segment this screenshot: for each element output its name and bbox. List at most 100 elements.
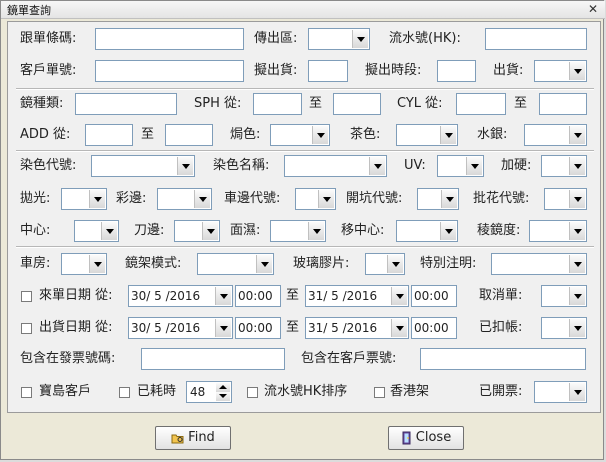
deducted-select[interactable] — [541, 317, 587, 339]
ship-date-checkbox[interactable] — [21, 323, 32, 334]
shipped-label: 出貨: — [493, 63, 524, 78]
serial-hk-input[interactable] — [485, 28, 587, 50]
cyl-to-input[interactable] — [539, 93, 587, 115]
uv-label: UV: — [404, 158, 426, 173]
face-wet-label: 面濕: — [230, 223, 261, 238]
incoming-date-to[interactable]: 31/ 5 /2016 — [305, 285, 409, 307]
dye-code-label: 染色代號: — [20, 158, 77, 173]
hard-label: 加硬: — [501, 158, 532, 173]
move-center-select[interactable] — [396, 220, 458, 242]
chevron-down-icon — [440, 222, 456, 240]
batch-code-select[interactable] — [544, 188, 587, 210]
invoice-no-label: 包含在發票號碼: — [20, 351, 116, 366]
tea-color-select[interactable] — [396, 124, 458, 146]
room-select[interactable] — [61, 253, 107, 275]
special-note-select[interactable] — [491, 253, 587, 275]
face-wet-select[interactable] — [270, 220, 326, 242]
taiwan-customer-checkbox[interactable] — [21, 387, 32, 398]
deducted-label: 已扣帳: — [479, 320, 523, 335]
add-from-input[interactable] — [85, 124, 133, 146]
chevron-down-icon — [569, 255, 585, 273]
invoiced-label: 已開票: — [479, 384, 523, 399]
draft-time-input[interactable] — [437, 60, 476, 82]
chevron-down-icon — [387, 255, 403, 273]
knife-edge-select[interactable] — [174, 220, 220, 242]
chevron-down-icon — [391, 287, 407, 305]
prism-select[interactable] — [529, 220, 587, 242]
time-used-spinner[interactable]: 48 — [186, 381, 232, 403]
chevron-down-icon — [202, 222, 218, 240]
time-used-checkbox[interactable] — [119, 387, 130, 398]
issue-area-label: 傳出區: — [254, 31, 298, 46]
ship-date-from[interactable]: 30/ 5 /2016 — [128, 317, 233, 339]
customer-order-label: 客戶單號: — [20, 63, 77, 78]
incoming-time-to[interactable]: 00:00 — [411, 285, 457, 307]
issue-area-select[interactable] — [308, 28, 370, 50]
customer-ticket-label: 包含在客戶票號: — [301, 351, 397, 366]
hard-select[interactable] — [541, 155, 587, 177]
spin-down-icon[interactable] — [216, 392, 230, 401]
chevron-down-icon — [215, 287, 231, 305]
close-icon[interactable]: ✕ — [585, 2, 601, 17]
sph-to-input[interactable] — [333, 93, 381, 115]
spin-up-icon[interactable] — [216, 383, 230, 392]
mercury-select[interactable] — [524, 124, 587, 146]
glass-film-select[interactable] — [365, 253, 405, 275]
invoiced-select[interactable] — [534, 381, 587, 403]
add-to-input[interactable] — [165, 124, 213, 146]
draft-ship-input[interactable] — [308, 60, 348, 82]
door-exit-icon — [402, 431, 411, 444]
cyl-from-label: CYL 從: — [397, 96, 443, 111]
frame-mode-select[interactable] — [197, 253, 274, 275]
divider — [16, 88, 594, 90]
chevron-down-icon — [569, 222, 585, 240]
customer-order-input[interactable] — [95, 60, 244, 82]
sph-to-label: 至 — [309, 96, 323, 111]
draft-ship-label: 擬出貨: — [254, 63, 298, 78]
cancel-order-select[interactable] — [541, 285, 587, 307]
ship-date-to[interactable]: 31/ 5 /2016 — [305, 317, 409, 339]
lens-type-input[interactable] — [75, 93, 177, 115]
mercury-label: 水銀: — [477, 127, 508, 142]
close-button[interactable]: Close — [388, 426, 464, 450]
incoming-date-from[interactable]: 30/ 5 /2016 — [128, 285, 233, 307]
shipped-select[interactable] — [534, 60, 587, 82]
ship-time-from[interactable]: 00:00 — [235, 317, 281, 339]
dye-code-select[interactable] — [91, 155, 195, 177]
draft-time-label: 擬出時段: — [365, 63, 422, 78]
chevron-down-icon — [466, 157, 482, 175]
center-select[interactable] — [74, 220, 119, 242]
chevron-down-icon — [569, 383, 585, 401]
chevron-down-icon — [312, 126, 328, 144]
polish-select[interactable] — [61, 188, 107, 210]
uv-select[interactable] — [437, 155, 484, 177]
car-edge-code-select[interactable] — [295, 188, 336, 210]
cyl-from-input[interactable] — [456, 93, 506, 115]
chevron-down-icon — [569, 190, 585, 208]
color-edge-select[interactable] — [157, 188, 212, 210]
invoice-no-input[interactable] — [141, 348, 285, 370]
hk-frame-label: 香港架 — [390, 384, 430, 399]
incoming-time-from[interactable]: 00:00 — [235, 285, 281, 307]
chevron-down-icon — [569, 319, 585, 337]
chevron-down-icon — [569, 62, 585, 80]
serial-sort-checkbox[interactable] — [247, 387, 258, 398]
groove-code-select[interactable] — [417, 188, 459, 210]
dye-name-select[interactable] — [284, 155, 387, 177]
serial-hk-label: 流水號(HK): — [389, 31, 461, 46]
tea-color-label: 茶色: — [350, 127, 381, 142]
sph-from-input[interactable] — [253, 93, 302, 115]
room-label: 車房: — [20, 256, 51, 271]
incoming-date-checkbox[interactable] — [21, 291, 32, 302]
glass-film-label: 玻璃膠片: — [293, 256, 350, 271]
baked-color-select[interactable] — [270, 124, 330, 146]
car-edge-code-label: 車邊代號: — [224, 191, 281, 206]
polish-label: 拋光: — [20, 191, 51, 206]
lens-type-label: 鏡種類: — [20, 96, 64, 111]
ship-time-to[interactable]: 00:00 — [411, 317, 457, 339]
order-barcode-input[interactable] — [95, 28, 244, 50]
customer-ticket-input[interactable] — [420, 348, 586, 370]
batch-code-label: 批花代號: — [473, 191, 530, 206]
hk-frame-checkbox[interactable] — [374, 387, 385, 398]
find-button[interactable]: Find — [155, 426, 231, 450]
